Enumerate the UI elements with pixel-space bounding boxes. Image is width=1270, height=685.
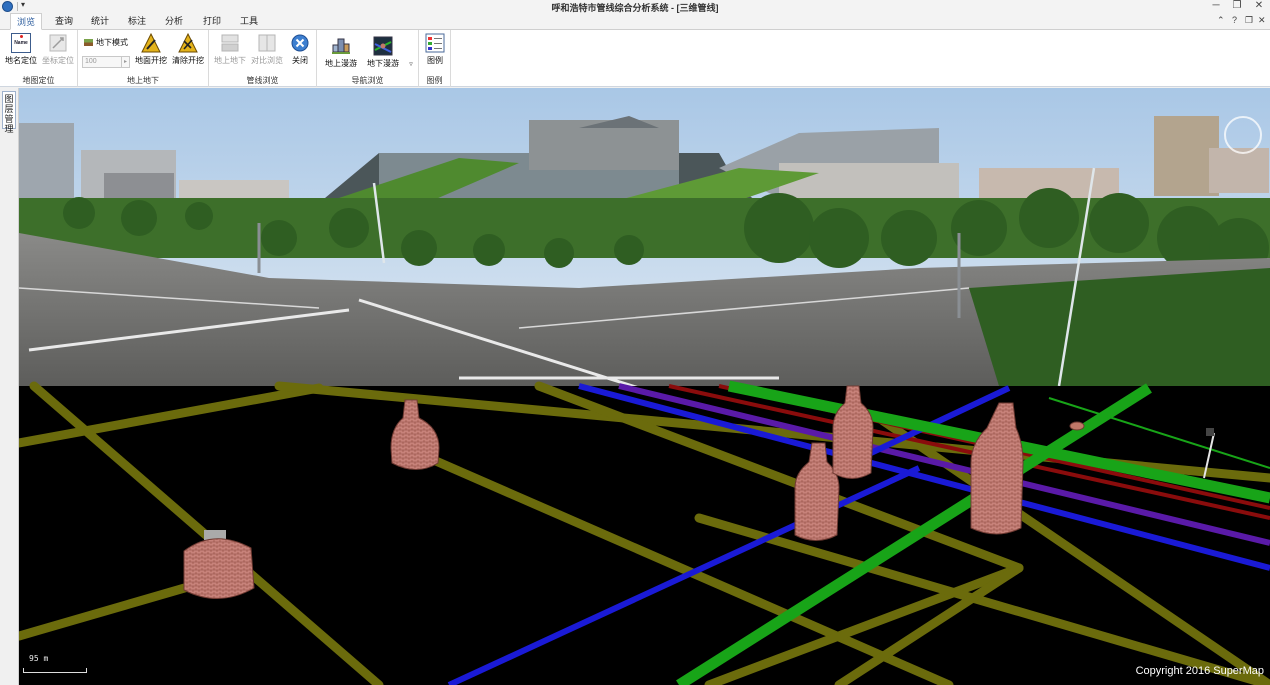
group-label-map-locate: 地图定位	[22, 76, 55, 85]
close-browse-label: 关闭	[292, 56, 308, 65]
above-below-button[interactable]: 地上地下	[212, 33, 248, 66]
scale-label: 95 m	[29, 654, 49, 663]
compare-browse-icon	[257, 33, 277, 53]
above-ground-scene	[19, 88, 1270, 418]
tab-tools[interactable]: 工具	[233, 13, 265, 30]
copyright-text: Copyright 2016 SuperMap	[1135, 665, 1264, 677]
compass-icon[interactable]	[1224, 116, 1262, 154]
document-restore-icon[interactable]: ❐	[1245, 15, 1253, 26]
above-ground-roam-label: 地上漫游	[325, 59, 357, 68]
tab-analysis[interactable]: 分析	[158, 13, 190, 30]
coordinate-locate-label: 坐标定位	[42, 56, 74, 65]
place-name-locate-button[interactable]: Name 地名定位	[3, 33, 39, 66]
underground-mode-label: 地下模式	[96, 38, 128, 47]
group-label-navigation: 导航浏览	[351, 76, 384, 85]
compare-browse-button[interactable]: 对比浏览	[249, 33, 285, 66]
above-below-icon	[220, 33, 240, 53]
close-button[interactable]: ✕	[1250, 0, 1268, 12]
above-ground-roam-icon	[331, 36, 351, 56]
close-browse-button[interactable]: 关闭	[285, 33, 315, 66]
ribbon-tab-row: 浏览 查询 统计 标注 分析 打印 工具 ⌃ ? ❐ ✕	[0, 13, 1270, 30]
coordinate-icon	[48, 33, 68, 53]
place-name-icon-text: Name	[14, 40, 28, 46]
tab-print[interactable]: 打印	[196, 13, 228, 30]
above-below-label: 地上地下	[214, 56, 246, 65]
group-map-locate: Name 地名定位 坐标定位 地图定位	[0, 30, 78, 87]
tab-query[interactable]: 查询	[48, 13, 80, 30]
document-close-icon[interactable]: ✕	[1258, 15, 1266, 26]
app-window: ▾ 呼和浩特市管线综合分析系统 - [三维管线] ─ ❐ ✕ 浏览 查询 统计 …	[0, 0, 1270, 685]
title-bar: ▾ 呼和浩特市管线综合分析系统 - [三维管线] ─ ❐ ✕	[0, 0, 1270, 13]
underground-roam-button[interactable]: 地下漫游	[363, 36, 403, 69]
left-dock: 图层管理	[0, 88, 19, 685]
excavate-icon	[141, 32, 161, 53]
legend-button[interactable]: 图例	[422, 33, 448, 66]
minimize-button[interactable]: ─	[1207, 0, 1225, 12]
above-ground-roam-button[interactable]: 地上漫游	[321, 36, 361, 69]
group-legend: 图例 图例	[419, 30, 451, 87]
gallery-more-icon[interactable]: ▿	[406, 60, 416, 72]
ribbon-panel: Name 地名定位 坐标定位 地图定位 地下模式 100 ▸ 地面开挖 清除开挖…	[0, 30, 1270, 87]
underground-roam-label: 地下漫游	[367, 59, 399, 68]
legend-icon	[425, 33, 445, 53]
underground-mode-button[interactable]: 地下模式	[84, 37, 128, 48]
compare-browse-label: 对比浏览	[251, 56, 283, 65]
restore-button[interactable]: ❐	[1228, 0, 1246, 12]
depth-spinbox-value: 100	[85, 58, 97, 65]
group-above-below: 地下模式 100 ▸ 地面开挖 清除开挖 地上地下	[78, 30, 209, 87]
ground-excavate-label: 地面开挖	[135, 56, 167, 65]
scene-viewport[interactable]: 95 m Copyright 2016 SuperMap	[19, 88, 1270, 685]
group-label-pipe-browse: 管线浏览	[246, 76, 279, 85]
scale-bar	[23, 668, 87, 673]
scene-canvas[interactable]	[19, 88, 1270, 685]
close-circle-icon	[290, 33, 310, 53]
group-label-legend: 图例	[426, 76, 443, 85]
tab-statistics[interactable]: 统计	[84, 13, 116, 30]
underground-roam-icon	[373, 36, 393, 56]
group-navigation: 地上漫游 地下漫游 ▿ 导航浏览	[317, 30, 419, 87]
underground-mode-icon	[84, 39, 93, 47]
clear-excavate-button[interactable]: 清除开挖	[170, 32, 206, 66]
ribbon-collapse-icon[interactable]: ⌃	[1217, 15, 1225, 26]
ground-excavate-button[interactable]: 地面开挖	[133, 32, 169, 66]
help-icon[interactable]: ?	[1232, 15, 1237, 25]
tab-annotation[interactable]: 标注	[121, 13, 153, 30]
clear-excavate-label: 清除开挖	[172, 56, 204, 65]
depth-spinbox[interactable]: 100 ▸	[82, 56, 130, 68]
legend-label: 图例	[427, 56, 443, 65]
place-name-locate-label: 地名定位	[5, 56, 37, 65]
spin-arrow-icon[interactable]: ▸	[121, 57, 129, 67]
tab-browse[interactable]: 浏览	[10, 13, 42, 30]
layer-manager-tab[interactable]: 图层管理	[2, 91, 16, 134]
group-pipe-browse: 地上地下 对比浏览 关闭 管线浏览	[209, 30, 317, 87]
clear-excavate-icon	[178, 32, 198, 53]
place-name-icon: Name	[11, 33, 31, 53]
group-label-above-below: 地上地下	[127, 76, 159, 85]
underground-pipe-network	[19, 380, 1270, 685]
coordinate-locate-button[interactable]: 坐标定位	[40, 33, 76, 66]
